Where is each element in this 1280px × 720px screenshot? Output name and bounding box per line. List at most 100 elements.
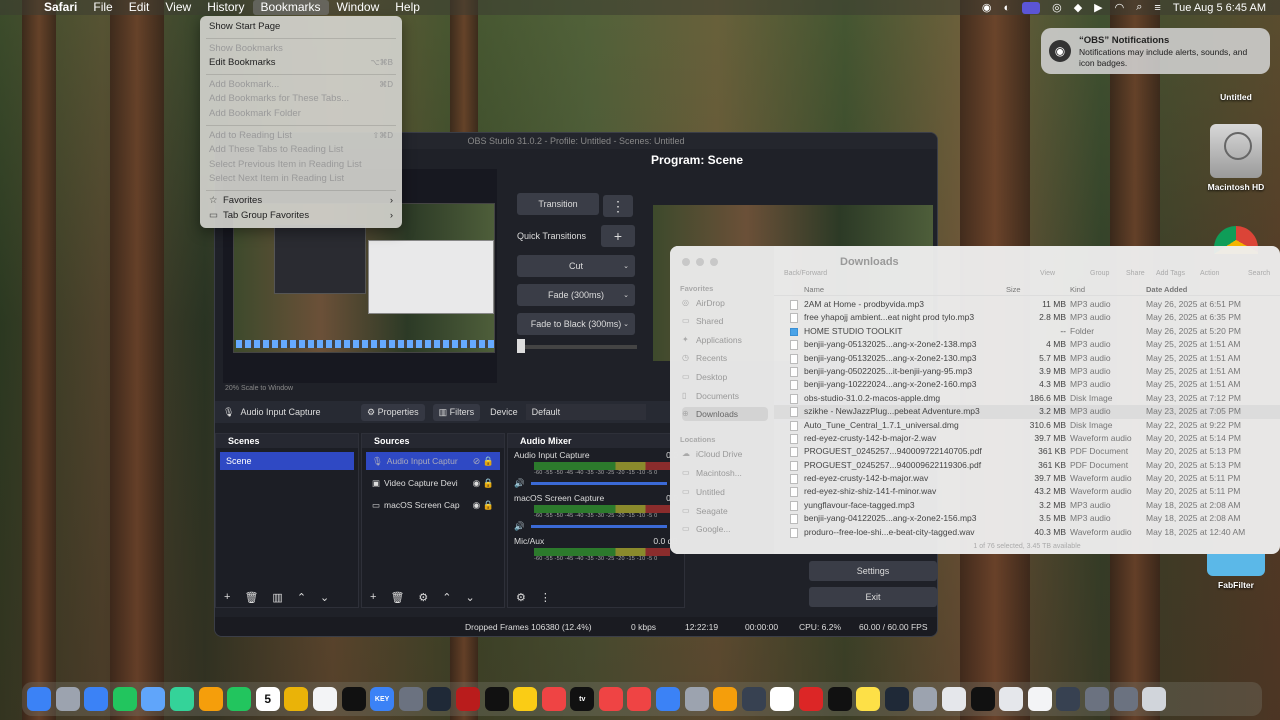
sidebar-item-desktop[interactable]: ▭ Desktop [682, 370, 768, 384]
dock-maps-icon[interactable] [169, 687, 194, 711]
sidebar-item-airdrop[interactable]: ◎ AirDrop [682, 296, 768, 310]
properties-button[interactable]: ⚙ Properties [361, 403, 425, 421]
desktop-icon-fabfilter[interactable]: FabFilter [1204, 554, 1268, 590]
menu-help[interactable]: Help [387, 0, 428, 15]
dock-calculator-icon[interactable] [1056, 687, 1081, 711]
device-select[interactable]: Default [525, 404, 646, 420]
dock-docs-icon[interactable] [1027, 687, 1052, 711]
scene-item[interactable]: Scene [220, 452, 354, 470]
dock-keynote-icon[interactable]: KEY [370, 687, 395, 711]
settings-button[interactable]: Settings [809, 561, 937, 581]
dock-system-settings-icon[interactable] [684, 687, 709, 711]
dock-folder-icon[interactable] [942, 687, 966, 711]
notification[interactable]: ◉ “OBS” Notifications Notifications may … [1041, 28, 1270, 74]
column-date-added[interactable]: Date Added [1146, 285, 1187, 294]
menu-item-tab-group-favorites[interactable]: ▭ Tab Group Favorites › [200, 209, 402, 224]
sidebar-item-macintosh[interactable]: ▭ Macintosh... [682, 466, 768, 480]
move-up-icon[interactable]: ⌃ [297, 591, 306, 604]
menu-edit[interactable]: Edit [121, 0, 158, 15]
menu-item-edit-bookmarks[interactable]: Edit Bookmarks ⌥⌘B [200, 56, 402, 71]
dock-stickies-icon[interactable] [513, 687, 538, 711]
filters-button[interactable]: ▥ Filters [432, 403, 481, 421]
tbar-handle[interactable] [517, 339, 525, 353]
source-item[interactable]: 🎙 Audio Input Captur ⊘ 🔒 [366, 452, 500, 470]
transition-cut[interactable]: Cut ⌄ [517, 255, 635, 277]
dock-light-icon[interactable] [856, 687, 881, 711]
dock-files3-icon[interactable] [1113, 687, 1138, 711]
move-up-icon[interactable]: ⌃ [442, 591, 451, 604]
dock-audacity-icon[interactable] [713, 687, 738, 711]
dock-pages-icon[interactable] [799, 687, 824, 711]
source-item[interactable]: ▣ Video Capture Devi ◉ 🔒 [366, 474, 500, 492]
file-row[interactable]: free yhapojj ambient...eat night prod ty… [774, 311, 1280, 324]
share-button[interactable]: Share [1126, 270, 1145, 277]
dock-music-icon[interactable] [541, 687, 566, 711]
menu-window[interactable]: Window [329, 0, 388, 15]
dock-app-store-icon[interactable] [656, 687, 681, 711]
file-row[interactable]: yungflavour-face-tagged.mp3 3.2 MB MP3 aud… [774, 499, 1280, 512]
menu-bookmarks[interactable]: Bookmarks [252, 0, 329, 15]
dock-freeform-icon[interactable] [341, 687, 366, 711]
dock-chrome-icon[interactable] [770, 687, 795, 711]
clock[interactable]: Tue Aug 5 6:45 AM [1173, 2, 1266, 14]
file-row[interactable]: red-eyez-shiz-shiz-141-f-minor.wav 43.2 M… [774, 485, 1280, 498]
dock-mixer-icon[interactable] [741, 687, 766, 711]
sidebar-item-recents[interactable]: ◷ Recents [682, 351, 768, 365]
file-row[interactable]: benjii-yang-05132025...ang-x-2one2-138.m… [774, 338, 1280, 351]
add-quick-transition-button[interactable]: + [601, 225, 635, 247]
trash-icon[interactable]: 🗑 [390, 591, 404, 604]
dock-mail-icon[interactable] [141, 687, 166, 711]
column-kind[interactable]: Kind [1070, 285, 1085, 294]
dock-kt-icon[interactable] [484, 687, 509, 711]
file-row[interactable]: red-eyez-crusty-142-b-major-2.wav 39.7 MB… [774, 432, 1280, 445]
control-center-icon[interactable]: ≡ [1154, 2, 1160, 14]
file-row[interactable]: benjii-yang-05022025...it-benjii-yang-95… [774, 365, 1280, 378]
dock-terminal-icon[interactable] [970, 687, 995, 711]
obs-status-icon[interactable]: ◉ [982, 1, 992, 14]
dock-photos-icon[interactable] [198, 687, 223, 711]
dock-finder-icon[interactable] [27, 687, 51, 711]
hidden-icon[interactable]: ⊘ 🔒 [473, 452, 494, 470]
eye-icon[interactable]: ◉ 🔒 [472, 496, 494, 514]
source-item[interactable]: ▭ macOS Screen Cap ◉ 🔒 [366, 496, 500, 514]
speaker-icon[interactable]: 🔊 [514, 521, 525, 532]
dock-news-icon[interactable] [627, 687, 652, 711]
zoom-button[interactable] [710, 258, 718, 266]
audio-icon[interactable]: ◆ [1074, 1, 1082, 14]
dock-launchpad-icon[interactable] [55, 687, 80, 711]
tbar-track[interactable] [519, 345, 637, 349]
vpn-icon[interactable]: ◎ [1052, 1, 1062, 14]
desktop-icon-macintosh-hd[interactable]: Macintosh HD [1200, 124, 1272, 192]
column-size[interactable]: Size [1006, 285, 1021, 294]
sidebar-item-icloud[interactable]: ☁ iCloud Drive [682, 447, 768, 461]
add-tags-button[interactable]: Add Tags [1156, 270, 1185, 277]
transition-fade[interactable]: Fade (300ms) ⌄ [517, 284, 635, 306]
creative-cloud-icon[interactable]: ◐ [1003, 2, 1010, 14]
file-row[interactable]: obs-studio-31.0.2-macos-apple.dmg 186.6 M… [774, 392, 1280, 405]
file-row[interactable]: 2AM at Home - prodbyvida.mp3 11 MB MP3 aud… [774, 298, 1280, 311]
group-button[interactable]: Group [1090, 270, 1109, 277]
sidebar-item-untitled[interactable]: ▭ Untitled [682, 485, 768, 499]
dock-safari-icon[interactable] [84, 687, 109, 711]
filter-icon[interactable]: ▥ [272, 591, 282, 604]
speaker-icon[interactable]: 🔊 [514, 478, 525, 489]
dock-facetime-icon[interactable] [227, 687, 252, 711]
dock-trilian-icon[interactable] [455, 687, 480, 711]
search-icon[interactable]: ⌕ [1136, 1, 1142, 14]
view-button[interactable]: View [1040, 270, 1055, 277]
search-button[interactable]: Search [1248, 270, 1270, 277]
sidebar-item-documents[interactable]: ▯ Documents [682, 389, 768, 403]
move-down-icon[interactable]: ⌄ [466, 591, 475, 604]
file-row[interactable]: benjii-yang-04122025...ang-x-2one2-156.m… [774, 512, 1280, 525]
sidebar-item-google[interactable]: ▭ Google... [682, 522, 768, 536]
dock-messages-icon[interactable] [112, 687, 137, 711]
menu-item-show-start-page[interactable]: Show Start Page [200, 20, 402, 35]
dock-ableton-icon[interactable] [827, 687, 852, 711]
trash-icon[interactable]: 🗑 [244, 591, 258, 604]
dock-files2-icon[interactable] [1084, 687, 1109, 711]
gear-icon[interactable]: ⚙ [418, 591, 428, 604]
desktop-icon-untitled[interactable]: Untitled [1206, 92, 1266, 102]
file-row[interactable]: benjii-yang-10222024...ang-x-2one2-160.m… [774, 378, 1280, 391]
file-row[interactable]: PROGUEST_0245257...940009722140705.pdf 36… [774, 445, 1280, 458]
dock-tv-icon[interactable]: tv [570, 687, 595, 711]
